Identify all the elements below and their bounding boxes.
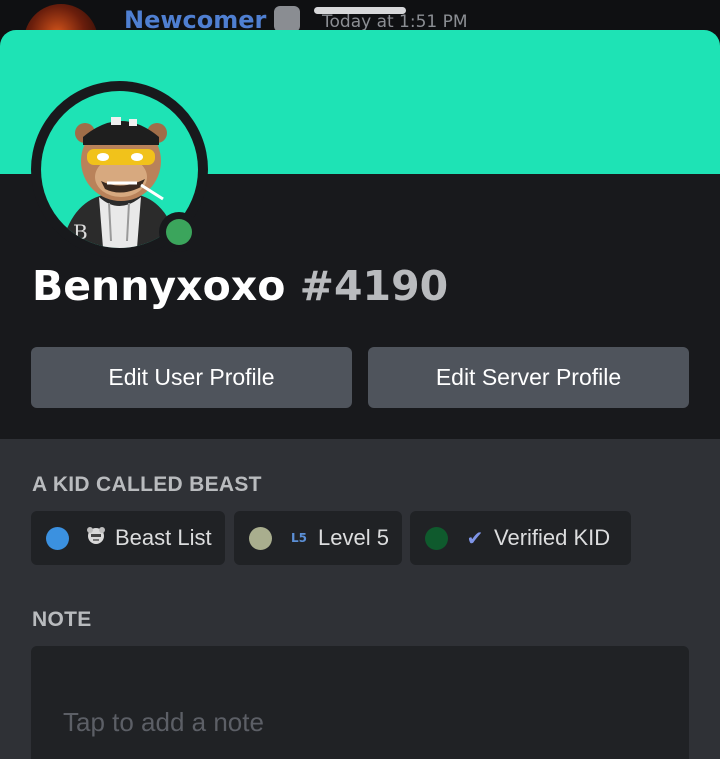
role-label: Level 5 [318, 525, 389, 550]
note-section-title: NOTE [32, 608, 92, 631]
profile-sheet: B Bennyxoxo #4190 Edit User Profile Edit… [0, 30, 720, 759]
edit-server-profile-button[interactable]: Edit Server Profile [368, 347, 689, 408]
username-row: Bennyxoxo #4190 [32, 262, 448, 310]
username: Bennyxoxo [32, 262, 286, 310]
note-input[interactable] [31, 646, 689, 759]
role-chip-level-5[interactable]: L5 Level 5 [234, 511, 402, 565]
sheet-drag-handle[interactable] [314, 7, 406, 14]
note-box [31, 646, 689, 759]
role-color-dot [46, 526, 69, 550]
background-timestamp: Today at 1:51 PM [322, 12, 468, 32]
edit-user-profile-button[interactable]: Edit User Profile [31, 347, 352, 408]
role-color-dot [425, 526, 448, 550]
role-label: Beast List [115, 525, 212, 550]
beast-face-icon [83, 526, 109, 550]
role-chip-verified-kid[interactable]: ✔ Verified KID [410, 511, 631, 565]
online-status-icon [159, 212, 199, 252]
discriminator: #4190 [299, 262, 449, 310]
screen: Newcomer Today at 1:51 PM B Bennyxoxo #4… [0, 0, 720, 759]
level-badge-icon: L5 [291, 531, 307, 545]
background-badge-icon [274, 6, 300, 32]
role-label: Verified KID [494, 525, 611, 550]
svg-text:B: B [73, 220, 88, 244]
roles-section-title: A KID CALLED BEAST [32, 473, 262, 496]
checkmark-icon: ✔ [466, 526, 484, 550]
role-chip-beast-list[interactable]: Beast List [31, 511, 225, 565]
role-color-dot [249, 526, 272, 550]
